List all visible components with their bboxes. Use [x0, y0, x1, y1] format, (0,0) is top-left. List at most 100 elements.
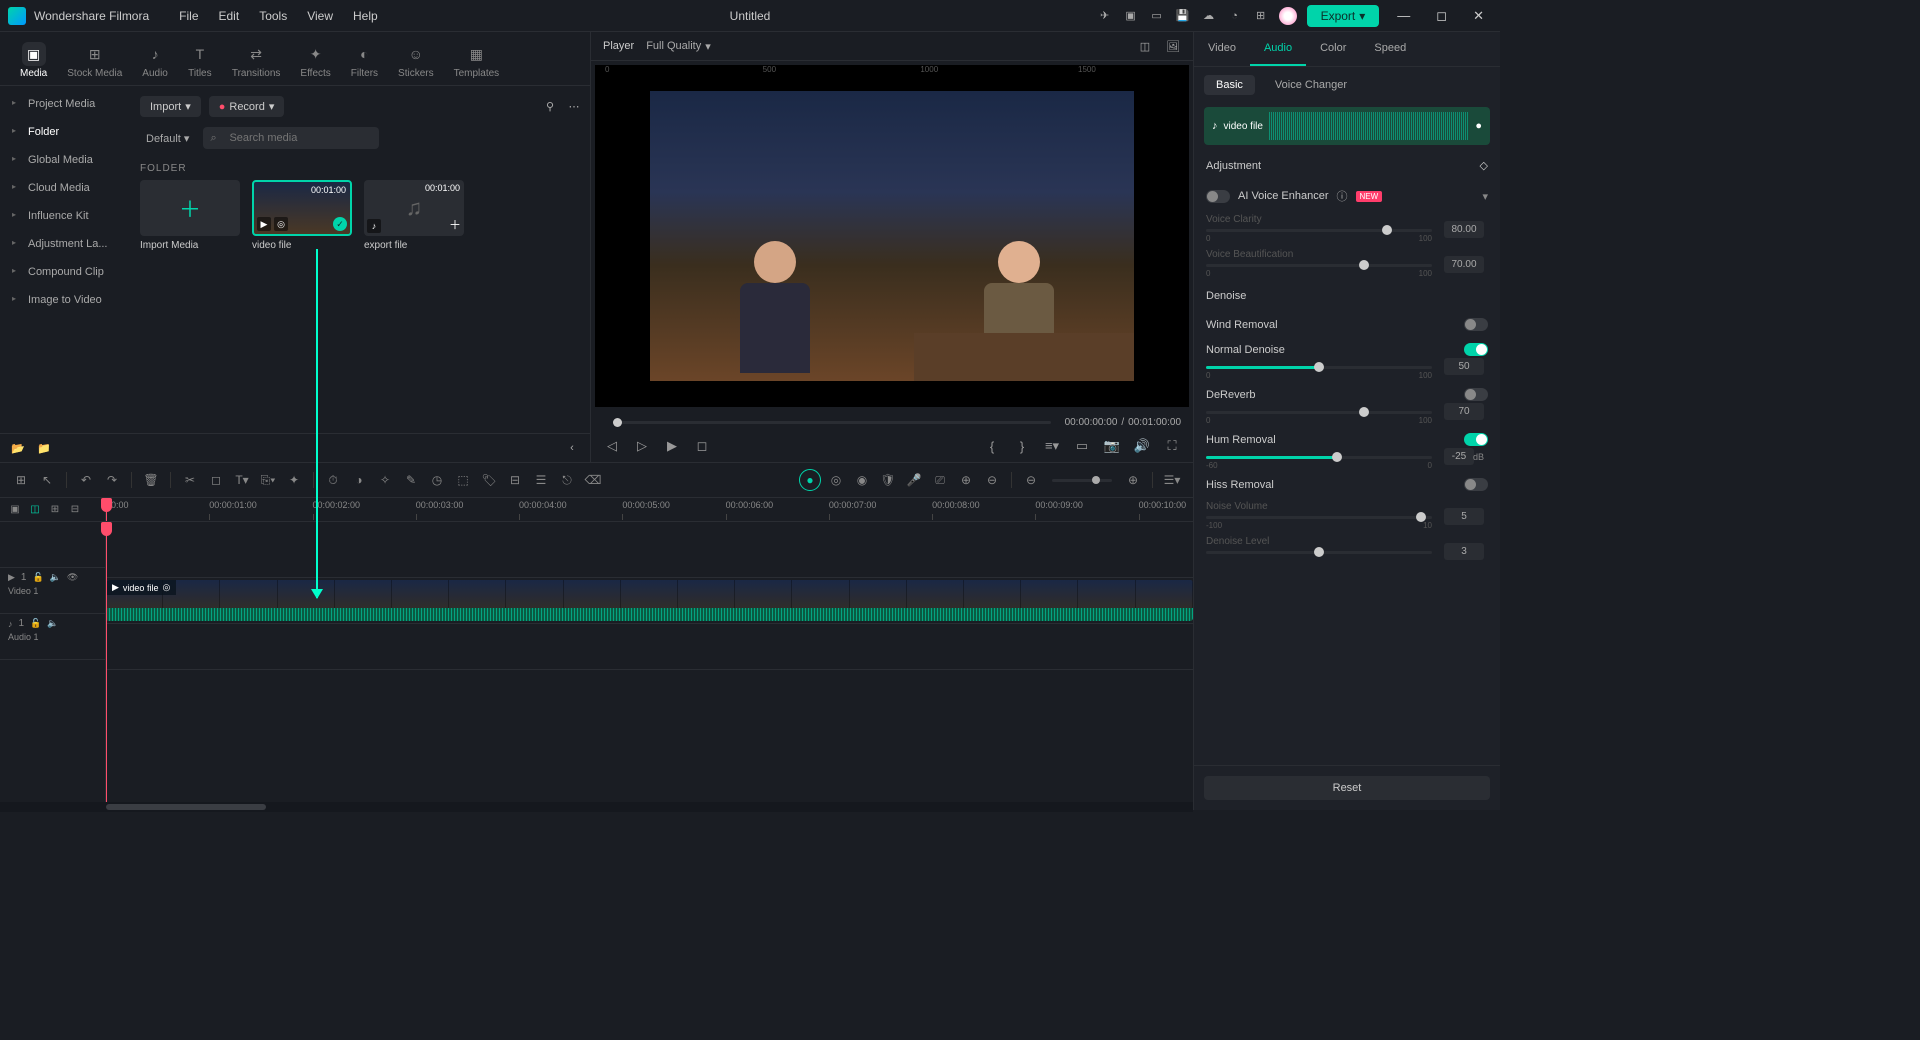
group-icon[interactable]: ⊟	[504, 469, 526, 491]
tab-transitions[interactable]: ⇄Transitions	[222, 36, 291, 85]
playhead-line[interactable]	[106, 522, 107, 802]
denoise-level-input[interactable]	[1444, 543, 1484, 560]
tab-titles[interactable]: TTitles	[178, 36, 222, 85]
video-track-header[interactable]: ▶1🔓🔈👁 Video 1	[0, 568, 105, 614]
video-track-lane[interactable]: ▶video file◎	[106, 578, 1193, 624]
seek-handle[interactable]	[613, 418, 622, 427]
subtab-voice-changer[interactable]: Voice Changer	[1263, 75, 1359, 95]
seek-bar[interactable]	[613, 421, 1051, 424]
tab-templates[interactable]: ▦Templates	[444, 36, 510, 85]
collapse-icon[interactable]: ‹	[564, 440, 580, 456]
insert-icon[interactable]: ⊕	[955, 469, 977, 491]
video-clip[interactable]: ▶video file◎	[106, 580, 1193, 621]
maximize-button[interactable]: ◻	[1428, 8, 1455, 24]
import-media-tile[interactable]: ＋ Import Media	[140, 180, 240, 251]
normal-denoise-input[interactable]	[1444, 358, 1484, 375]
timeline-scrollbar[interactable]	[0, 802, 1193, 812]
target-icon[interactable]: ◉	[851, 469, 873, 491]
dereverb-toggle[interactable]	[1464, 388, 1488, 401]
green-circle-icon[interactable]: ●	[799, 469, 821, 491]
inspector-tab-speed[interactable]: Speed	[1360, 32, 1420, 66]
speed-icon[interactable]: ⏱	[322, 469, 344, 491]
redo-button[interactable]: ↷	[101, 469, 123, 491]
sidebar-folder[interactable]: Folder	[0, 118, 132, 146]
library-icon[interactable]: ▣	[1123, 8, 1139, 24]
snapshot-icon[interactable]: 📷	[1103, 438, 1121, 454]
text-tool-icon[interactable]: T▾	[231, 469, 253, 491]
lock-icon[interactable]: 🔓	[32, 572, 43, 583]
hum-removal-input[interactable]	[1444, 448, 1474, 465]
sidebar-cloud-media[interactable]: Cloud Media	[0, 174, 132, 202]
more-icon[interactable]: ⋯	[566, 99, 582, 115]
tab-effects[interactable]: ✦Effects	[290, 36, 340, 85]
timer-icon[interactable]: ◷	[426, 469, 448, 491]
lock-icon[interactable]: 🔓	[30, 618, 41, 629]
cloud-icon[interactable]: ☁	[1201, 8, 1217, 24]
search-input[interactable]	[203, 127, 379, 149]
track-header-icon-3[interactable]: ⊞	[48, 503, 62, 517]
save-icon[interactable]: 💾	[1175, 8, 1191, 24]
link-icon[interactable]: ⎋	[556, 469, 578, 491]
ai-enhancer-toggle[interactable]	[1206, 190, 1230, 203]
dual-circle-icon[interactable]: ◎	[825, 469, 847, 491]
record-button[interactable]: ●Record▾	[209, 96, 285, 117]
chevron-down-icon[interactable]: ▾	[1482, 190, 1488, 203]
ai-icon[interactable]: ✦	[283, 469, 305, 491]
export-button[interactable]: Export▾	[1307, 5, 1380, 27]
image-icon[interactable]: 🖼	[1165, 38, 1181, 54]
copy-icon[interactable]: ⎘▾	[257, 469, 279, 491]
add-icon[interactable]: ＋	[449, 216, 461, 233]
zoom-out-button[interactable]: ⊖	[1020, 469, 1042, 491]
expand-icon[interactable]: ⬚	[452, 469, 474, 491]
enhance-icon[interactable]: ✧	[374, 469, 396, 491]
play-button[interactable]: ▶	[663, 438, 681, 454]
playhead[interactable]	[106, 498, 107, 521]
import-button[interactable]: Import▾	[140, 96, 201, 117]
timeline-tracks[interactable]: ▶video file◎	[106, 522, 1193, 802]
menu-file[interactable]: File	[169, 9, 208, 23]
audio-track-header[interactable]: ♪1🔓🔈 Audio 1	[0, 614, 105, 660]
track-header-icon-4[interactable]: ⊟	[68, 503, 82, 517]
overwrite-icon[interactable]: ⊖	[981, 469, 1003, 491]
shield-icon[interactable]: 🛡	[877, 469, 899, 491]
close-button[interactable]: ✕	[1465, 8, 1492, 24]
play-pause-button[interactable]: ▷	[633, 438, 651, 454]
mixer-icon[interactable]: ⎚	[929, 469, 951, 491]
track-header-icon-1[interactable]: ▣	[8, 503, 22, 517]
fullscreen-icon[interactable]: ⛶	[1163, 438, 1181, 454]
audio-track-lane[interactable]	[106, 624, 1193, 670]
sidebar-adjustment-layer[interactable]: Adjustment La...	[0, 230, 132, 258]
stop-button[interactable]: ◻	[693, 438, 711, 454]
voice-clarity-slider[interactable]	[1206, 229, 1432, 232]
mic-icon[interactable]: 🎤	[903, 469, 925, 491]
tab-audio[interactable]: ♪Audio	[132, 36, 178, 85]
bell-icon[interactable]: ◔	[1227, 8, 1243, 24]
voice-beaut-input[interactable]	[1444, 256, 1484, 273]
prev-frame-button[interactable]: ◁	[603, 438, 621, 454]
hum-removal-toggle[interactable]	[1464, 433, 1488, 446]
folder-open-icon[interactable]: 📂	[10, 440, 26, 456]
sidebar-project-media[interactable]: Project Media	[0, 90, 132, 118]
mark-out-button[interactable]: }	[1013, 439, 1031, 454]
media-item-export-file[interactable]: ♫ 00:01:00 ♪ ＋ export file	[364, 180, 464, 251]
menu-edit[interactable]: Edit	[209, 9, 250, 23]
mute-icon[interactable]: 🔈	[47, 618, 58, 629]
inspector-tab-audio[interactable]: Audio	[1250, 32, 1306, 66]
mute-icon[interactable]: 🔈	[50, 572, 61, 583]
cursor-icon[interactable]: ↖	[36, 469, 58, 491]
menu-help[interactable]: Help	[343, 9, 388, 23]
avatar[interactable]	[1279, 7, 1297, 25]
sidebar-image-to-video[interactable]: Image to Video	[0, 286, 132, 314]
normal-denoise-slider[interactable]	[1206, 366, 1432, 369]
preview-canvas[interactable]: 0 500 1000 1500	[595, 65, 1189, 407]
voice-beaut-slider[interactable]	[1206, 264, 1432, 267]
tab-media[interactable]: ▣Media	[10, 36, 57, 85]
tools-icon[interactable]: ≡▾	[1043, 438, 1061, 454]
sidebar-global-media[interactable]: Global Media	[0, 146, 132, 174]
zoom-slider[interactable]	[1052, 479, 1112, 482]
denoise-level-slider[interactable]	[1206, 551, 1432, 554]
inspector-tab-video[interactable]: Video	[1194, 32, 1250, 66]
tag-icon[interactable]: 🏷	[478, 469, 500, 491]
new-folder-icon[interactable]: 📁	[36, 440, 52, 456]
crop-icon[interactable]: ◻	[205, 469, 227, 491]
